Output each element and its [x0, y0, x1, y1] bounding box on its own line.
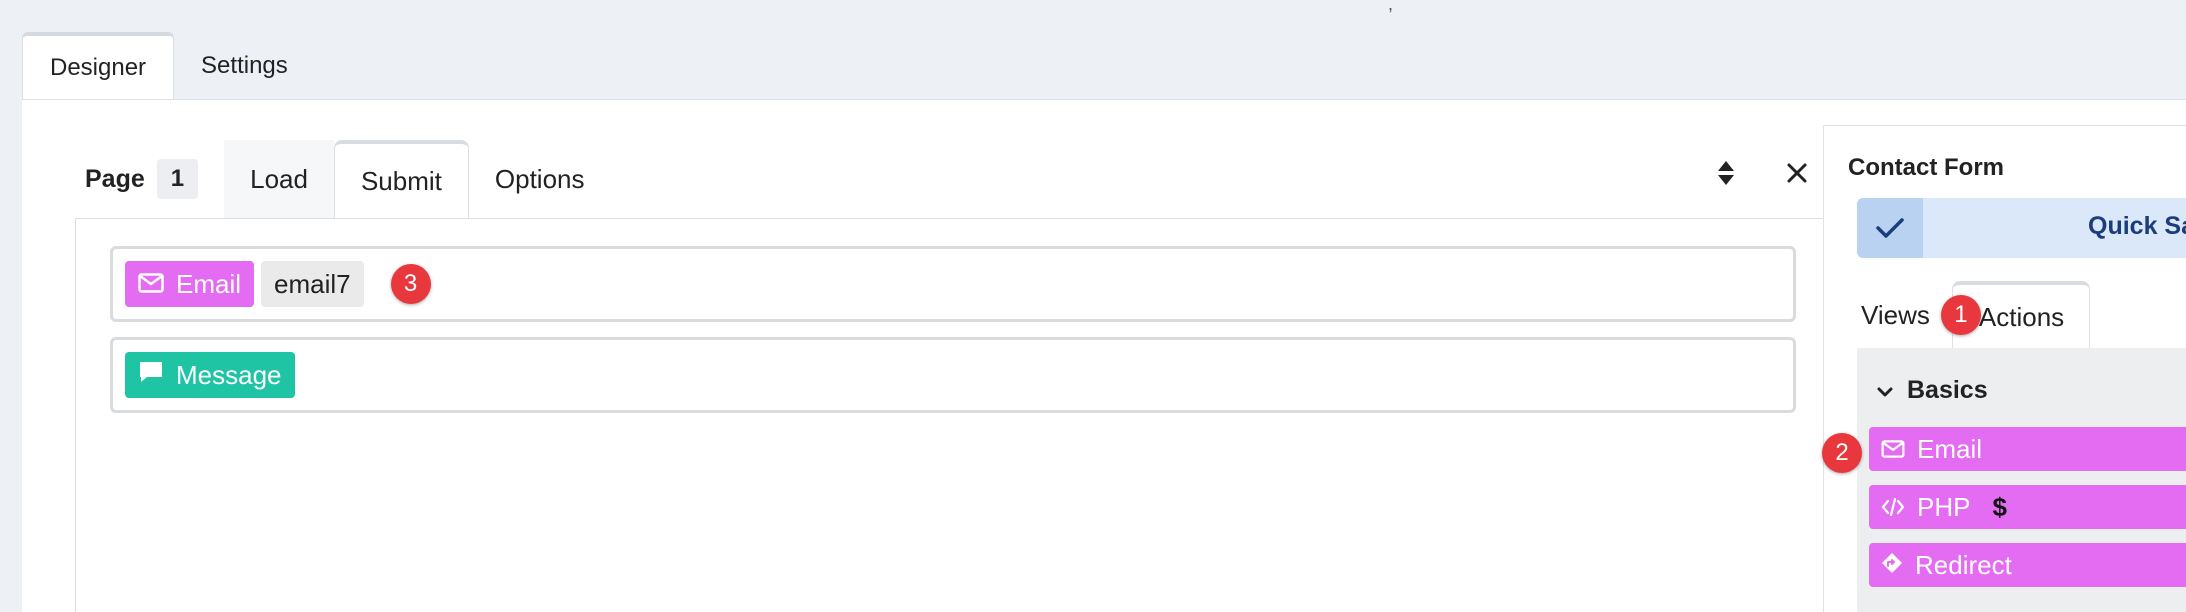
page-number[interactable]: 1 — [156, 159, 199, 199]
directions-icon — [1881, 550, 1903, 581]
message-action-label: Message — [176, 359, 282, 390]
form-title: Contact Form — [1848, 154, 2004, 181]
chevron-down-icon — [1877, 376, 1893, 405]
action-row[interactable]: Email email7 3 — [110, 246, 1796, 322]
email-action-tag[interactable]: Email — [125, 261, 255, 307]
tab-submit[interactable]: Submit — [333, 140, 469, 218]
page-label: Page — [85, 164, 145, 193]
page-tabs: Page 1 Load Submit Options — [75, 140, 611, 218]
envelope-icon — [1881, 434, 1905, 465]
palette-php-label: PHP — [1917, 491, 1971, 522]
action-row[interactable]: Message — [110, 337, 1796, 413]
top-tabs: Designer Settings — [22, 32, 315, 100]
top-edge-fragment: , — [1388, 0, 1394, 14]
designer-card: Page 1 Load Submit Options Email email7 … — [22, 99, 2186, 612]
sort-icon[interactable] — [1717, 160, 1735, 186]
palette-email-action[interactable]: Email — [1869, 427, 2186, 471]
comment-icon — [138, 360, 164, 391]
tab-options[interactable]: Options — [469, 140, 611, 218]
palette-redirect-label: Redirect — [1915, 549, 2012, 580]
palette-redirect-action[interactable]: Redirect — [1869, 543, 2186, 587]
email-action-label: Email — [176, 268, 242, 299]
step-badge-2: 2 — [1822, 433, 1862, 473]
dollar-icon: $ — [1992, 491, 2007, 522]
quick-save-bar[interactable]: Quick Sa — [1857, 198, 2186, 258]
palette-email-label: Email — [1917, 433, 1983, 464]
envelope-icon — [138, 269, 164, 300]
tab-load[interactable]: Load — [224, 140, 334, 218]
tab-actions[interactable]: 1 Actions — [1940, 281, 2091, 349]
quick-save-label: Quick Sa — [2088, 212, 2186, 240]
check-icon — [1857, 198, 1923, 258]
code-icon — [1881, 492, 1905, 523]
step-badge-1: 1 — [1940, 295, 1981, 335]
close-icon[interactable] — [1787, 163, 1807, 183]
sidebar-tabs: Views 1 Actions — [1849, 281, 2091, 349]
step-badge-3: 3 — [390, 264, 431, 304]
message-action-tag[interactable]: Message — [125, 352, 295, 398]
palette-php-action[interactable]: PHP $ — [1869, 485, 2186, 529]
sidebar: Contact Form Quick Sa Views 1 Actions Ba… — [1822, 125, 2186, 612]
group-basics[interactable]: Basics — [1877, 376, 1988, 405]
tab-settings[interactable]: Settings — [174, 32, 315, 100]
group-basics-label: Basics — [1907, 376, 1988, 404]
tab-views[interactable]: Views — [1849, 281, 1942, 349]
action-name[interactable]: email7 — [261, 261, 364, 307]
page-controls — [1717, 160, 1807, 186]
actions-palette: Basics Email PHP $ Redirect — [1857, 348, 2186, 612]
submit-actions-area: Email email7 3 Message — [75, 218, 1833, 612]
page-editor: Page 1 Load Submit Options Email email7 … — [55, 100, 1833, 612]
tab-actions-label: Actions — [1978, 301, 2065, 332]
tab-designer[interactable]: Designer — [22, 32, 175, 100]
